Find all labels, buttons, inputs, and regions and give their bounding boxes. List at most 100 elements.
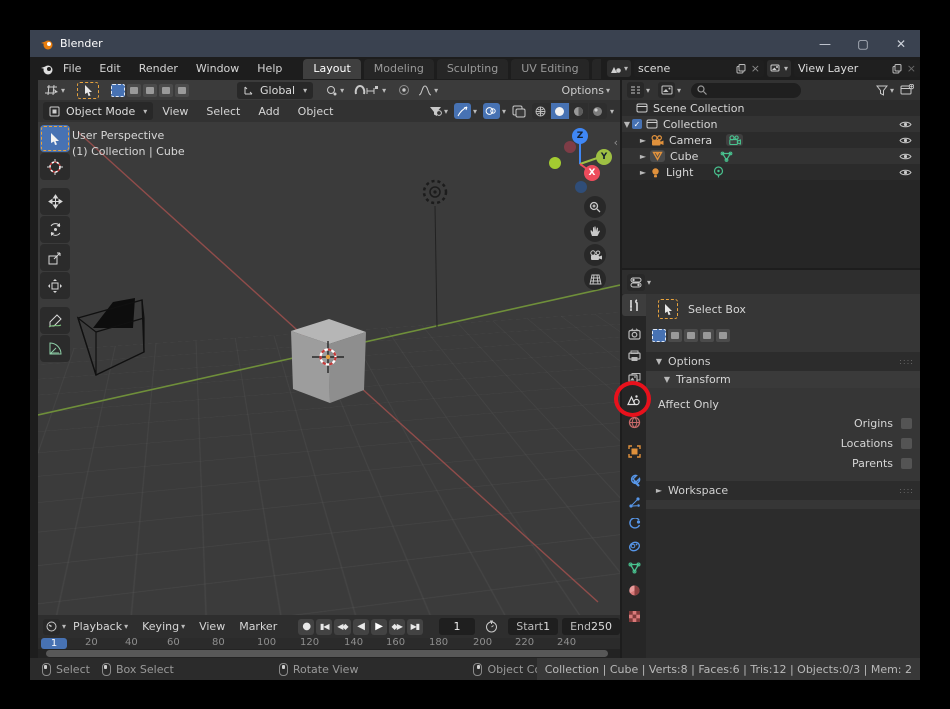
- maximize-button[interactable]: ▢: [844, 30, 882, 57]
- minimize-button[interactable]: —: [806, 30, 844, 57]
- frame-end-field[interactable]: End250: [562, 618, 620, 635]
- shading-wireframe-button[interactable]: [532, 103, 550, 119]
- tool-select-box[interactable]: [40, 125, 70, 152]
- shading-dropdown[interactable]: ▾: [610, 107, 614, 116]
- timeline-scrollbar-track[interactable]: [38, 649, 620, 658]
- workspace-panel-header[interactable]: ►Workspace ::::: [646, 481, 920, 500]
- record-button[interactable]: ●: [298, 619, 314, 635]
- navigation-gizmo[interactable]: Z Y X: [546, 124, 616, 199]
- options-panel-header[interactable]: ▼Options ::::: [646, 352, 920, 371]
- select-mode-extend[interactable]: [668, 329, 682, 342]
- tab-tool-properties[interactable]: [622, 294, 646, 316]
- light-object[interactable]: [424, 181, 446, 203]
- menu-help[interactable]: Help: [248, 57, 291, 80]
- zoom-button[interactable]: [584, 196, 606, 218]
- axis-neg-x-ball[interactable]: [564, 141, 576, 153]
- snap-toggle-dropdown[interactable]: ▾: [354, 84, 386, 96]
- options-dropdown[interactable]: Options▾: [562, 84, 610, 97]
- axis-neg-y-ball[interactable]: [549, 157, 561, 169]
- sidebar-toggle-icon[interactable]: ‹: [614, 136, 618, 149]
- axis-neg-z-ball[interactable]: [575, 181, 587, 193]
- tab-texture-properties[interactable]: [622, 605, 646, 627]
- mesh-data-icon[interactable]: [720, 151, 733, 162]
- timeline-ruler[interactable]: 20 40 60 80 100 120 140 160 180 200 220 …: [38, 638, 620, 649]
- select-box-tool-button[interactable]: [77, 82, 99, 99]
- tab-sculpting[interactable]: Sculpting: [437, 59, 508, 79]
- outliner-search-input[interactable]: [691, 83, 801, 98]
- tool-scale[interactable]: [40, 244, 70, 271]
- timeline-editor-type-button[interactable]: ▾: [43, 619, 66, 635]
- perspective-toggle-button[interactable]: [584, 268, 606, 290]
- panel-grip-icon[interactable]: ::::: [899, 357, 914, 366]
- proportional-edit-button[interactable]: [398, 84, 410, 96]
- axis-y-ball[interactable]: Y: [596, 149, 612, 165]
- tab-object-properties[interactable]: [622, 440, 646, 462]
- tool-cursor[interactable]: [40, 153, 70, 180]
- frame-start-field[interactable]: Start1: [508, 618, 558, 635]
- xray-toggle[interactable]: [512, 105, 526, 118]
- tab-material-properties[interactable]: [622, 579, 646, 601]
- remove-view-layer-icon[interactable]: ×: [907, 62, 916, 75]
- outliner-row-cube[interactable]: ► Cube: [622, 148, 920, 164]
- tool-transform[interactable]: [40, 272, 70, 299]
- expand-icon[interactable]: ►: [638, 152, 648, 161]
- timeline-menu-view[interactable]: View: [192, 615, 232, 638]
- proportional-falloff-dropdown[interactable]: ▾: [418, 85, 438, 96]
- jump-to-end-button[interactable]: ▶▮: [407, 619, 423, 635]
- play-reverse-button[interactable]: ◀: [353, 619, 369, 635]
- viewport-3d[interactable]: User Perspective (1) Collection | Cube: [38, 122, 620, 615]
- jump-to-start-button[interactable]: ▮◀: [316, 619, 332, 635]
- shading-solid-button[interactable]: [551, 103, 569, 119]
- tool-annotate[interactable]: [40, 307, 70, 334]
- outliner-display-mode-button[interactable]: ▾: [658, 82, 681, 98]
- current-frame-field[interactable]: 1: [439, 618, 475, 635]
- properties-editor-type-button[interactable]: ▾: [627, 274, 651, 291]
- select-mode-extend[interactable]: [127, 84, 141, 97]
- snap-target-dropdown[interactable]: ▾: [325, 84, 344, 97]
- active-tool-button[interactable]: ▾: [44, 84, 65, 96]
- vp-menu-object[interactable]: Object: [289, 100, 343, 123]
- tab-modeling[interactable]: Modeling: [364, 59, 434, 79]
- title-bar[interactable]: Blender — ▢ ✕: [30, 30, 920, 57]
- gizmos-dropdown[interactable]: ▾: [454, 103, 477, 119]
- select-mode-intersect[interactable]: [175, 84, 189, 97]
- vp-menu-select[interactable]: Select: [197, 100, 249, 123]
- app-menu-icon[interactable]: [40, 63, 54, 75]
- new-scene-icon[interactable]: [736, 64, 746, 74]
- pan-button[interactable]: [584, 220, 606, 242]
- menu-edit[interactable]: Edit: [90, 57, 129, 80]
- close-button[interactable]: ✕: [882, 30, 920, 57]
- timeline-menu-marker[interactable]: Marker: [232, 615, 284, 638]
- hide-toggle-eye-icon[interactable]: [899, 136, 912, 145]
- menu-file[interactable]: File: [54, 57, 90, 80]
- tab-uv-editing[interactable]: UV Editing: [511, 59, 588, 79]
- hide-toggle-eye-icon[interactable]: [899, 168, 912, 177]
- tab-constraint-properties[interactable]: [622, 535, 646, 557]
- shading-material-button[interactable]: [570, 103, 588, 119]
- tab-layout[interactable]: Layout: [303, 59, 360, 79]
- tab-particle-properties[interactable]: [622, 491, 646, 513]
- hide-toggle-eye-icon[interactable]: [899, 152, 912, 161]
- object-visibility-dropdown[interactable]: ▾: [429, 106, 448, 117]
- filter-dropdown[interactable]: ▾: [876, 85, 894, 96]
- select-mode-subtract[interactable]: [684, 329, 698, 342]
- select-mode-subtract[interactable]: [143, 84, 157, 97]
- expand-icon[interactable]: ▼: [622, 120, 632, 129]
- axis-z-ball[interactable]: Z: [572, 128, 588, 144]
- timeline-menu-keying[interactable]: Keying▾: [135, 615, 192, 638]
- timeline-scrollbar[interactable]: [46, 650, 608, 657]
- transform-panel-header[interactable]: ▼Transform: [646, 371, 920, 388]
- panel-grip-icon[interactable]: ::::: [899, 486, 914, 495]
- menu-window[interactable]: Window: [187, 57, 248, 80]
- tab-output-properties[interactable]: [622, 345, 646, 367]
- select-mode-invert[interactable]: [700, 329, 714, 342]
- vp-menu-view[interactable]: View: [153, 100, 197, 123]
- parents-checkbox[interactable]: [901, 458, 912, 469]
- camera-view-button[interactable]: [584, 244, 606, 266]
- view-layer-browse-button[interactable]: ▾: [767, 60, 791, 77]
- select-mode-set[interactable]: [652, 329, 666, 342]
- tab-texture-paint[interactable]: Texture Paint: [592, 59, 601, 79]
- shading-rendered-button[interactable]: [589, 103, 607, 119]
- current-frame-marker[interactable]: 1: [41, 638, 67, 649]
- new-collection-button[interactable]: [900, 84, 914, 96]
